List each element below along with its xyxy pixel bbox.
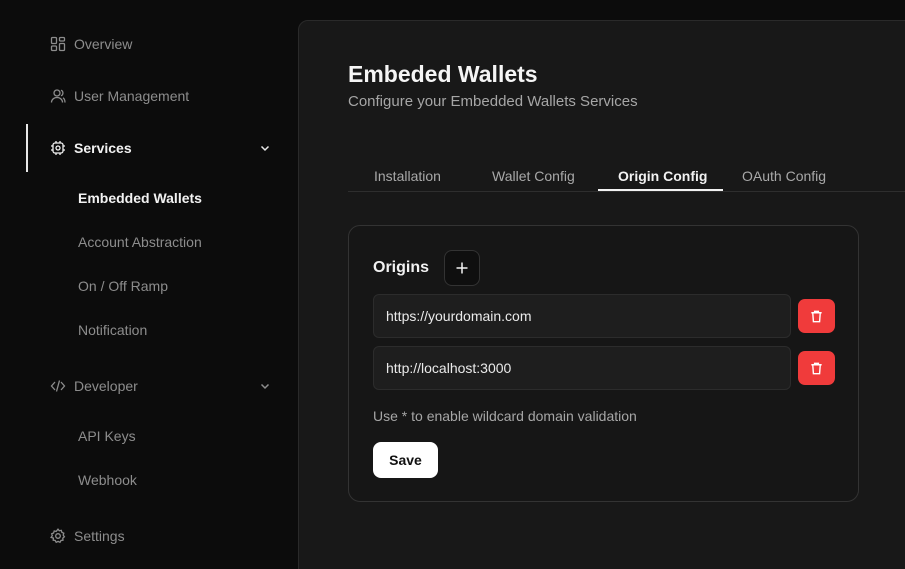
delete-origin-button[interactable] [798,351,835,385]
save-button[interactable]: Save [373,442,438,478]
chip-icon [50,140,66,156]
tab-origin-config[interactable]: Origin Config [618,168,707,184]
chevron-down-icon[interactable] [258,141,272,155]
subnav-on-off-ramp[interactable]: On / Off Ramp [78,276,168,296]
active-indicator [26,124,28,172]
nav-services-label: Services [74,140,132,156]
origin-input[interactable] [373,294,791,338]
tab-oauth-config[interactable]: OAuth Config [742,168,826,184]
add-origin-button[interactable] [444,250,480,286]
tab-wallet-config[interactable]: Wallet Config [492,168,575,184]
code-icon [50,378,66,394]
nav-user-management-label: User Management [74,88,190,104]
nav-overview[interactable]: Overview [50,32,132,56]
subnav-account-abstraction[interactable]: Account Abstraction [78,232,202,252]
subnav-notification[interactable]: Notification [78,320,147,340]
sidebar: Overview User Management Services Embedd… [0,0,298,569]
tab-bar: Installation Wallet Config Origin Config… [348,161,905,192]
plus-icon [455,261,469,275]
user-icon [50,88,66,104]
subnav-embedded-wallets[interactable]: Embedded Wallets [78,188,202,208]
nav-overview-label: Overview [74,36,133,52]
gear-icon [50,528,66,544]
nav-settings-label: Settings [74,528,125,544]
trash-icon [809,309,824,324]
nav-user-management[interactable]: User Management [50,84,189,108]
main-panel: Embeded Wallets Configure your Embedded … [298,20,905,569]
subnav-webhook[interactable]: Webhook [78,470,137,490]
origin-config-card: Origins Use * to enable wildcard domain … [348,225,859,502]
page-title: Embeded Wallets [348,61,538,87]
page-subtitle: Configure your Embedded Wallets Services [348,93,638,110]
nav-developer-label: Developer [74,378,138,394]
chevron-down-icon[interactable] [258,379,272,393]
origins-label: Origins [373,259,430,276]
subnav-api-keys[interactable]: API Keys [78,426,136,446]
trash-icon [809,361,824,376]
grid-icon [50,36,66,52]
nav-developer[interactable]: Developer [50,374,138,398]
origin-input[interactable] [373,346,791,390]
wildcard-hint: Use * to enable wildcard domain validati… [373,408,637,424]
delete-origin-button[interactable] [798,299,835,333]
nav-services[interactable]: Services [50,136,132,160]
tab-installation[interactable]: Installation [374,168,441,184]
active-tab-underline [598,189,723,191]
nav-settings[interactable]: Settings [50,524,125,548]
